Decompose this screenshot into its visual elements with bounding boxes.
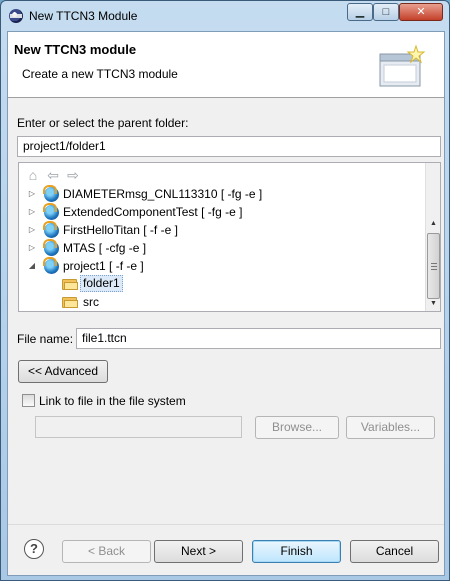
close-button[interactable]: ✕ xyxy=(399,3,443,21)
wizard-description: Create a new TTCN3 module xyxy=(22,67,178,81)
forward-arrow-icon[interactable]: ⇨ xyxy=(65,167,81,183)
link-path-input[interactable] xyxy=(35,416,242,438)
link-to-file-label: Link to file in the file system xyxy=(39,394,186,408)
dialog-content: New TTCN3 module Create a new TTCN3 modu… xyxy=(7,31,445,576)
file-name-input[interactable]: file1.ttcn xyxy=(76,328,441,349)
tree-item-label: DIAMETERmsg_CNL113310 [ -fg -e ] xyxy=(63,187,263,201)
back-arrow-icon[interactable]: ⇦ xyxy=(45,167,61,183)
scroll-up-arrow-icon[interactable]: ▲ xyxy=(426,217,441,231)
open-folder-icon xyxy=(62,296,78,308)
minimize-button[interactable]: ▁ xyxy=(347,3,373,21)
back-button[interactable]: < Back xyxy=(62,540,151,563)
collapse-arrow-icon[interactable]: ◢ xyxy=(28,261,36,270)
file-name-label: File name: xyxy=(17,332,74,346)
title-bar[interactable]: New TTCN3 Module ▁ □ ✕ xyxy=(1,1,449,31)
tree-item-project[interactable]: ▷ MTAS [ -cfg -e ] xyxy=(19,239,423,257)
parent-folder-label: Enter or select the parent folder: xyxy=(17,116,189,130)
window-title: New TTCN3 Module xyxy=(29,9,138,23)
expand-arrow-icon[interactable]: ▷ xyxy=(28,243,36,252)
expand-arrow-icon[interactable]: ▷ xyxy=(28,189,36,198)
tree-item-label: ExtendedComponentTest [ -fg -e ] xyxy=(63,205,243,219)
cancel-button[interactable]: Cancel xyxy=(350,540,439,563)
tree-item-label: project1 [ -f -e ] xyxy=(63,259,144,273)
tree-item-folder[interactable]: src xyxy=(19,293,423,311)
tree-vertical-scrollbar[interactable]: ▲ ▼ xyxy=(425,163,440,311)
maximize-button[interactable]: □ xyxy=(373,3,399,21)
new-file-wizard-icon xyxy=(379,44,426,87)
expand-arrow-icon[interactable]: ▷ xyxy=(28,207,36,216)
wizard-banner: New TTCN3 module Create a new TTCN3 modu… xyxy=(8,32,444,98)
link-to-file-checkbox[interactable] xyxy=(22,394,35,407)
tree-item-project[interactable]: ▷ ExtendedComponentTest [ -fg -e ] xyxy=(19,203,423,221)
titan-project-icon xyxy=(43,203,59,220)
tree-item-project[interactable]: ▷ DIAMETERmsg_CNL113310 [ -fg -e ] xyxy=(19,185,423,203)
folder-tree[interactable]: ⌂ ⇦ ⇨ ▷ DIAMETERmsg_CNL113310 [ -fg -e ]… xyxy=(18,162,441,312)
titan-project-icon xyxy=(43,221,59,238)
scroll-down-arrow-icon[interactable]: ▼ xyxy=(426,297,441,311)
eclipse-app-icon xyxy=(9,9,23,23)
expand-arrow-icon[interactable]: ▷ xyxy=(28,225,36,234)
tree-item-label: MTAS [ -cfg -e ] xyxy=(63,241,147,255)
home-icon[interactable]: ⌂ xyxy=(25,167,41,183)
tree-item-label: src xyxy=(83,295,99,309)
tree-item-label: FirstHelloTitan [ -f -e ] xyxy=(63,223,178,237)
titan-project-icon xyxy=(43,185,59,202)
tree-item-project[interactable]: ◢ project1 [ -f -e ] xyxy=(19,257,423,275)
titan-project-icon xyxy=(43,257,59,274)
help-icon[interactable]: ? xyxy=(24,539,44,559)
tree-item-project[interactable]: ▷ FirstHelloTitan [ -f -e ] xyxy=(19,221,423,239)
next-button[interactable]: Next > xyxy=(154,540,243,563)
dialog-window: New TTCN3 Module ▁ □ ✕ New TTCN3 module … xyxy=(0,0,450,581)
tree-item-folder-selected[interactable]: folder1 xyxy=(19,275,423,293)
wizard-title: New TTCN3 module xyxy=(14,42,137,57)
parent-folder-input[interactable]: project1/folder1 xyxy=(17,136,441,157)
variables-button[interactable]: Variables... xyxy=(346,416,435,439)
titan-project-icon xyxy=(43,239,59,256)
open-folder-icon xyxy=(62,278,78,290)
footer-separator xyxy=(8,524,444,525)
browse-button[interactable]: Browse... xyxy=(255,416,339,439)
finish-button[interactable]: Finish xyxy=(252,540,341,563)
scrollbar-thumb[interactable] xyxy=(427,233,440,299)
tree-item-label: folder1 xyxy=(80,275,123,292)
tree-rows: ▷ DIAMETERmsg_CNL113310 [ -fg -e ] ▷ Ext… xyxy=(19,185,423,311)
advanced-button[interactable]: << Advanced xyxy=(18,360,108,383)
